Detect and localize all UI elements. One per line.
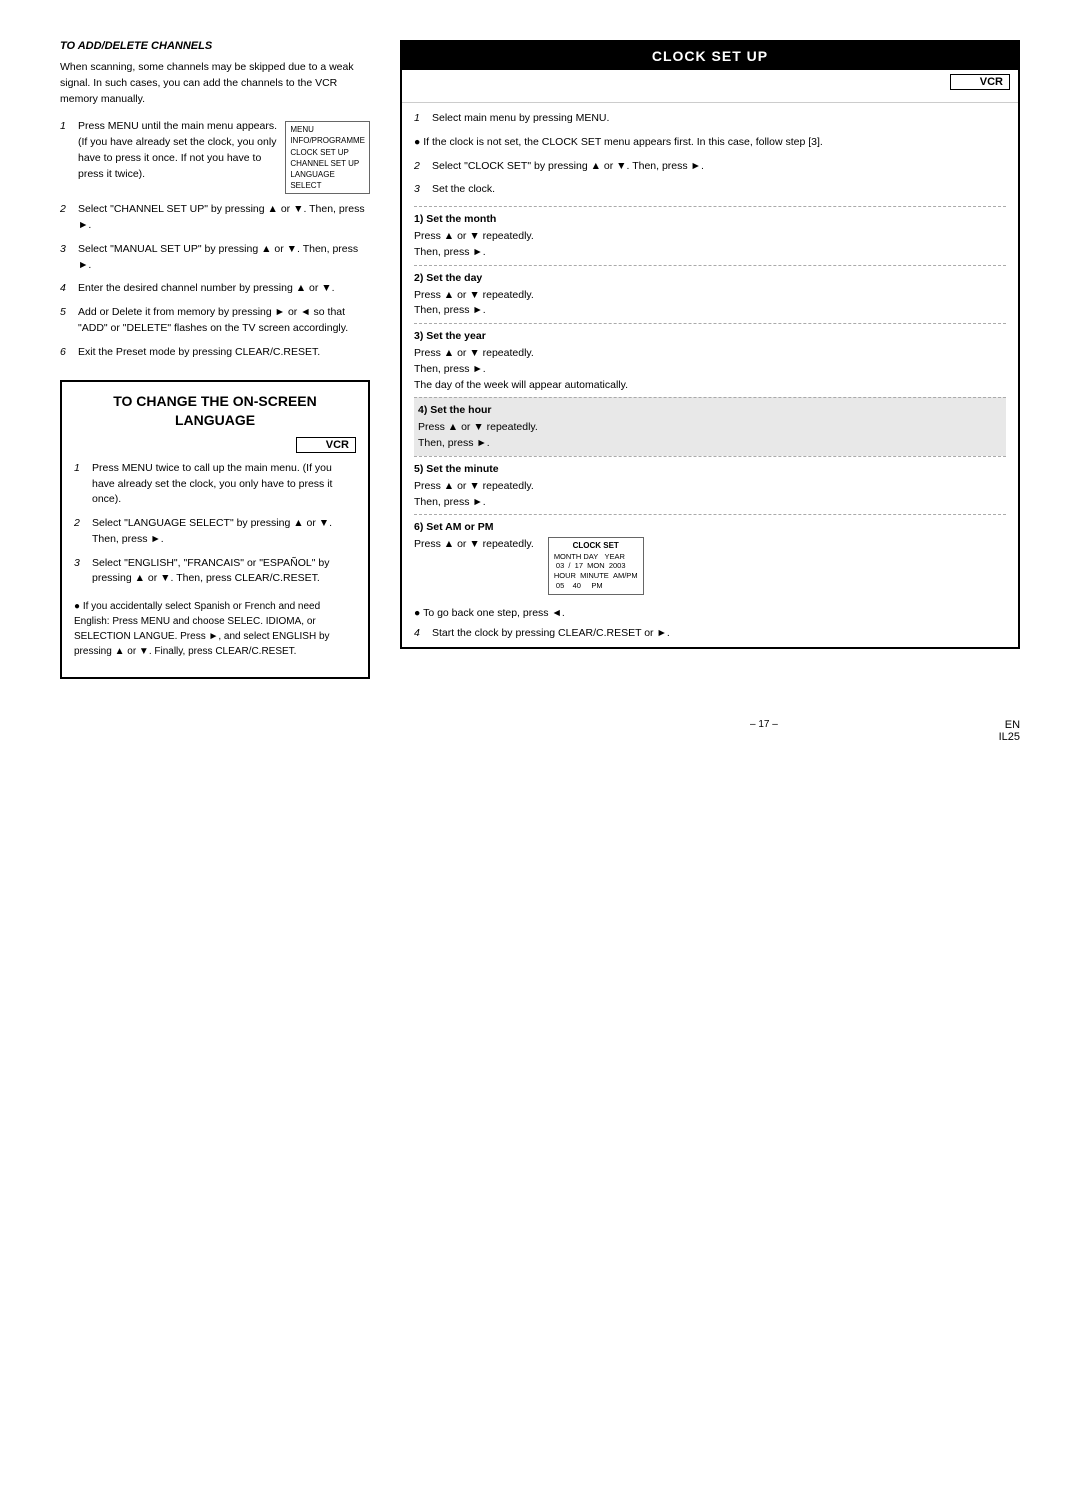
language-vcr-badge: VCR <box>296 437 356 453</box>
clock-step3-text: Set the clock. <box>432 182 495 198</box>
lang-step-3: 3 Select "ENGLISH", "FRANCAIS" or "ESPAÑ… <box>74 556 356 588</box>
set-hour-instruction: Press ▲ or ▼ repeatedly. Then, press ►. <box>418 420 1002 452</box>
clock-main-step-1: 1 Select main menu by pressing MENU. <box>414 111 1006 127</box>
set-year-label: 3) Set the year <box>414 330 1006 342</box>
add-delete-steps: 1 Press MENU until the main menu appears… <box>60 119 370 360</box>
lang-step-num-1: 1 <box>74 461 86 508</box>
set-ampm-label: 6) Set AM or PM <box>414 521 1006 533</box>
step-num-4: 4 <box>60 281 72 297</box>
step1-text: Press MENU until the main menu appears.(… <box>78 119 279 182</box>
lang-step2-text: Select "LANGUAGE SELECT" by pressing ▲ o… <box>92 516 356 548</box>
clock-final-step-text: Start the clock by pressing CLEAR/C.RESE… <box>432 627 670 639</box>
step-num-6: 6 <box>60 345 72 361</box>
left-column: TO ADD/DELETE CHANNELS When scanning, so… <box>60 40 370 679</box>
language-steps: 1 Press MENU twice to call up the main m… <box>74 461 356 587</box>
lang-step-num-3: 3 <box>74 556 86 588</box>
footer-model-num: IL25 <box>999 731 1020 743</box>
set-ampm-section: 6) Set AM or PM Press ▲ or ▼ repeatedly.… <box>414 514 1006 598</box>
set-minute-section: 5) Set the minute Press ▲ or ▼ repeatedl… <box>414 456 1006 515</box>
add-delete-step-3: 3 Select "MANUAL SET UP" by pressing ▲ o… <box>60 242 370 274</box>
clock-main-step-3: 3 Set the clock. <box>414 182 1006 198</box>
clock-step-num-1: 1 <box>414 111 426 127</box>
set-hour-label: 4) Set the hour <box>418 404 1002 416</box>
set-month-section: 1) Set the month Press ▲ or ▼ repeatedly… <box>414 206 1006 265</box>
set-day-section: 2) Set the day Press ▲ or ▼ repeatedly. … <box>414 265 1006 324</box>
clock-final-step-num: 4 <box>414 627 426 639</box>
step-num-2: 2 <box>60 202 72 234</box>
language-section: TO CHANGE THE ON-SCREEN LANGUAGE VCR 1 P… <box>60 380 370 679</box>
clock-step1-text: Select main menu by pressing MENU. <box>432 111 609 127</box>
add-delete-step-6: 6 Exit the Preset mode by pressing CLEAR… <box>60 345 370 361</box>
clock-display-box: CLOCK SET MONTH DAY YEAR 03 / 17 MON 200… <box>548 537 644 594</box>
footer-lang-model: EN IL25 <box>999 719 1020 743</box>
lang-step3-text: Select "ENGLISH", "FRANCAIS" or "ESPAÑOL… <box>92 556 356 588</box>
add-delete-intro: When scanning, some channels may be skip… <box>60 60 370 107</box>
language-section-title: TO CHANGE THE ON-SCREEN LANGUAGE <box>74 392 356 428</box>
set-ampm-text: Press ▲ or ▼ repeatedly. <box>414 537 534 553</box>
set-minute-label: 5) Set the minute <box>414 463 1006 475</box>
step2-text: Select "CHANNEL SET UP" by pressing ▲ or… <box>78 202 370 234</box>
lang-step-2: 2 Select "LANGUAGE SELECT" by pressing ▲… <box>74 516 356 548</box>
clock-main-step-2: 2 Select "CLOCK SET" by pressing ▲ or ▼.… <box>414 159 1006 175</box>
add-delete-title: TO ADD/DELETE CHANNELS <box>60 40 370 52</box>
set-year-section: 3) Set the year Press ▲ or ▼ repeatedly.… <box>414 323 1006 397</box>
lang-step-1: 1 Press MENU twice to call up the main m… <box>74 461 356 508</box>
lang-bullet-note: ● If you accidentally select Spanish or … <box>74 599 356 659</box>
clock-step-num-3: 3 <box>414 182 426 198</box>
clock-step-num-2: 2 <box>414 159 426 175</box>
add-delete-step-2: 2 Select "CHANNEL SET UP" by pressing ▲ … <box>60 202 370 234</box>
clock-setup-section: CLOCK SET UP VCR 1 Select main menu by p… <box>400 40 1020 649</box>
step6-text: Exit the Preset mode by pressing CLEAR/C… <box>78 345 370 361</box>
clock-setup-title: CLOCK SET UP <box>402 42 1018 70</box>
footer-page-num: – 17 – <box>529 719 998 743</box>
add-delete-step-1: 1 Press MENU until the main menu appears… <box>60 119 370 194</box>
set-day-instruction: Press ▲ or ▼ repeatedly. Then, press ►. <box>414 288 1006 320</box>
set-month-instruction: Press ▲ or ▼ repeatedly. Then, press ►. <box>414 229 1006 261</box>
step-num-3: 3 <box>60 242 72 274</box>
set-month-label: 1) Set the month <box>414 213 1006 225</box>
set-year-instruction: Press ▲ or ▼ repeatedly. Then, press ►. … <box>414 346 1006 393</box>
lang-step1-text: Press MENU twice to call up the main men… <box>92 461 356 508</box>
footer-left <box>60 719 529 743</box>
clock-note-text: ● If the clock is not set, the CLOCK SET… <box>414 135 1006 151</box>
step-num-1: 1 <box>60 119 72 194</box>
step4-text: Enter the desired channel number by pres… <box>78 281 370 297</box>
set-day-label: 2) Set the day <box>414 272 1006 284</box>
set-minute-instruction: Press ▲ or ▼ repeatedly. Then, press ►. <box>414 479 1006 511</box>
page-footer: – 17 – EN IL25 <box>60 719 1020 743</box>
step5-text: Add or Delete it from memory by pressing… <box>78 305 370 337</box>
add-delete-step-4: 4 Enter the desired channel number by pr… <box>60 281 370 297</box>
step3-text: Select "MANUAL SET UP" by pressing ▲ or … <box>78 242 370 274</box>
add-delete-step-5: 5 Add or Delete it from memory by pressi… <box>60 305 370 337</box>
goto-note: ● To go back one step, press ◄. <box>414 607 1006 619</box>
clock-body: 1 Select main menu by pressing MENU. ● I… <box>402 103 1018 647</box>
step1-content: Press MENU until the main menu appears.(… <box>78 119 370 194</box>
step-num-5: 5 <box>60 305 72 337</box>
clock-final-step: 4 Start the clock by pressing CLEAR/C.RE… <box>414 627 1006 639</box>
clock-vcr-badge: VCR <box>950 74 1010 90</box>
right-column: CLOCK SET UP VCR 1 Select main menu by p… <box>400 40 1020 679</box>
set-ampm-instruction: Press ▲ or ▼ repeatedly. CLOCK SET MONTH… <box>414 537 1006 594</box>
lang-step-num-2: 2 <box>74 516 86 548</box>
footer-lang-code: EN <box>1005 719 1020 731</box>
clock-vcr-row: VCR <box>402 70 1018 103</box>
menu-display-box: MENUINFO/PROGRAMMECLOCK SET UPCHANNEL SE… <box>285 121 370 194</box>
set-hour-section: 4) Set the hour Press ▲ or ▼ repeatedly.… <box>414 397 1006 456</box>
page-content: TO ADD/DELETE CHANNELS When scanning, so… <box>60 40 1020 679</box>
clock-step2-text: Select "CLOCK SET" by pressing ▲ or ▼. T… <box>432 159 704 175</box>
